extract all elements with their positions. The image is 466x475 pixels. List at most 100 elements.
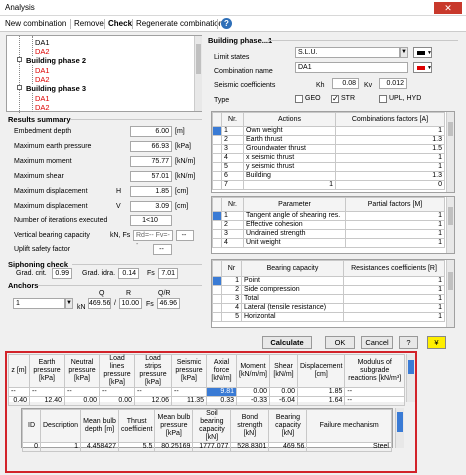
extra-button[interactable]: ¥ [427, 336, 446, 349]
tree-item-building-phase-2[interactable]: Building phase 2 [26, 56, 86, 65]
partial-scrollbar[interactable] [446, 197, 454, 253]
row-selector[interactable] [212, 312, 222, 322]
tree-item-building-phase-3[interactable]: Building phase 3 [26, 84, 86, 93]
chevron-down-icon[interactable]: ▼ [65, 298, 73, 309]
row-selector[interactable] [212, 153, 222, 163]
cell[interactable]: 1 [343, 285, 445, 295]
table-row[interactable]: 0.40 12.40 0.00 0.00 12.06 11.35 0.33 -0… [8, 396, 405, 406]
cell[interactable]: 1.3 [335, 135, 445, 145]
table-row[interactable]: 5 Horizontal 1 [212, 312, 445, 322]
cell[interactable]: 0 [335, 180, 445, 190]
table-row[interactable]: 1 Tangent angle of shearing res. 1 [212, 211, 445, 221]
actions-table[interactable]: Nr. Actions Combinations factors [A] 1 Ow… [211, 111, 455, 193]
combination-name-input[interactable]: DA1 [295, 62, 408, 73]
scroll-thumb[interactable] [408, 360, 414, 374]
row-selector[interactable] [212, 238, 222, 248]
cell[interactable]: 1 [343, 303, 445, 313]
cell[interactable]: 1 [345, 220, 445, 230]
bulb-table-wrap[interactable]: ID Description Mean bulb depth [m] Thrus… [21, 408, 393, 452]
str-checkbox[interactable] [331, 94, 339, 103]
menu-new-combination[interactable]: New combination [5, 18, 66, 30]
table-row[interactable]: 1 Own weight 1 [212, 126, 445, 136]
table-row[interactable]: 2 Side compression 1 [212, 285, 445, 295]
bearing-scrollbar[interactable] [446, 260, 454, 327]
ok-button[interactable]: OK [325, 336, 355, 349]
scroll-thumb[interactable] [196, 44, 201, 74]
table-row[interactable]: 710 [212, 180, 445, 190]
table-row[interactable]: 4 Lateral (tensile resistance) 1 [212, 303, 445, 313]
collapse-icon[interactable] [17, 85, 22, 90]
cell[interactable]: 1 [343, 312, 445, 322]
table-row[interactable]: -- -- -- -- -- -- 9.81 0.00 0.00 1.85 -- [8, 387, 405, 397]
scroll-thumb[interactable] [448, 207, 453, 225]
scroll-thumb[interactable] [397, 412, 403, 432]
tree-item-da2[interactable]: DA2 [35, 47, 50, 56]
chevron-down-icon[interactable]: ▼ [400, 47, 408, 58]
table-row[interactable]: 4x seismic thrust 1 [212, 153, 445, 163]
cell[interactable]: 1 [335, 162, 445, 172]
collapse-icon[interactable] [17, 57, 22, 62]
phase-tree[interactable]: DA1 DA2 Building phase 2 DA1 DA2 Buildin… [6, 35, 202, 113]
row-selector[interactable] [212, 180, 222, 190]
row-selector[interactable] [212, 211, 222, 221]
table-row[interactable]: 2 Earth thrust 1.3 [212, 135, 445, 145]
detail-table-wrap[interactable]: z [m] Earth pressure [kPa] Neutral press… [8, 354, 405, 406]
tree-item-da2[interactable]: DA2 [35, 75, 50, 84]
cell[interactable]: 1 [335, 153, 445, 163]
row-selector[interactable] [212, 162, 222, 172]
cell[interactable]: 1 [345, 229, 445, 239]
table-row[interactable]: 3 Groundwater thrust 1.5 [212, 144, 445, 154]
color-picker-black[interactable]: ▼ [413, 47, 432, 58]
scroll-thumb[interactable] [448, 272, 453, 290]
table-row[interactable]: 1 Point 1 [212, 276, 445, 286]
kh-input[interactable]: 0.08 [332, 78, 359, 89]
cell[interactable]: 1 [335, 126, 445, 136]
table-row[interactable]: 3 Undrained strength 1 [212, 229, 445, 239]
row-selector[interactable] [212, 303, 222, 313]
menu-regenerate-combination[interactable]: Regenerate combination [136, 18, 223, 30]
help-icon[interactable]: ? [221, 18, 232, 29]
calculate-button[interactable]: Calculate [262, 336, 312, 349]
bearing-capacity-table[interactable]: Nr Bearing capacity Resistances coeffici… [211, 259, 455, 328]
row-selector[interactable] [212, 126, 222, 136]
row-selector[interactable] [212, 294, 222, 304]
tree-item-da1[interactable]: DA1 [35, 38, 50, 47]
tree-item-da2[interactable]: DA2 [35, 103, 50, 112]
close-button[interactable]: ✕ [434, 2, 462, 14]
table-row[interactable]: 4 Unit weight 1 [212, 238, 445, 248]
cancel-button[interactable]: Cancel [361, 336, 393, 349]
row-selector[interactable] [212, 276, 222, 286]
actions-scrollbar[interactable] [446, 112, 454, 192]
scroll-thumb[interactable] [448, 122, 453, 136]
cell[interactable]: 1 [343, 276, 445, 286]
cell[interactable]: 9.81 [206, 387, 237, 397]
limit-states-select[interactable]: S.L.U. [295, 47, 400, 58]
table-row[interactable]: 0 1 4.458427 5.5 80.25169 1777.077 528.8… [22, 442, 392, 452]
upl-hyd-checkbox[interactable] [379, 95, 387, 103]
row-selector[interactable] [212, 285, 222, 295]
help-button[interactable]: ? [399, 336, 418, 349]
row-selector[interactable] [212, 171, 222, 181]
menu-check[interactable]: Check [108, 18, 132, 30]
row-selector[interactable] [212, 135, 222, 145]
row-selector[interactable] [212, 144, 222, 154]
table-row[interactable]: 2 Effective cohesion 1 [212, 220, 445, 230]
row-selector[interactable] [212, 220, 222, 230]
partial-factors-table[interactable]: Nr. Parameter Partial factors [M] 1 Tange… [211, 196, 455, 254]
cell[interactable]: 1 [343, 294, 445, 304]
tree-item-da1[interactable]: DA1 [35, 94, 50, 103]
bulb-scrollbar[interactable] [395, 408, 404, 448]
detail-scrollbar[interactable] [406, 354, 415, 402]
cell[interactable]: 1 [345, 238, 445, 248]
tree-scrollbar[interactable] [194, 36, 202, 111]
cell[interactable]: 1.5 [335, 144, 445, 154]
kv-input[interactable]: 0.012 [379, 78, 407, 89]
table-row[interactable]: 5y seismic thrust 1 [212, 162, 445, 172]
cell[interactable]: 1.3 [335, 171, 445, 181]
tree-item-da1[interactable]: DA1 [35, 66, 50, 75]
color-picker-red[interactable]: ▼ [413, 62, 432, 73]
table-row[interactable]: 6 Building 1.3 [212, 171, 445, 181]
table-row[interactable]: 3 Total 1 [212, 294, 445, 304]
geo-checkbox[interactable] [295, 95, 303, 103]
anchor-select[interactable]: 1 [13, 298, 65, 309]
